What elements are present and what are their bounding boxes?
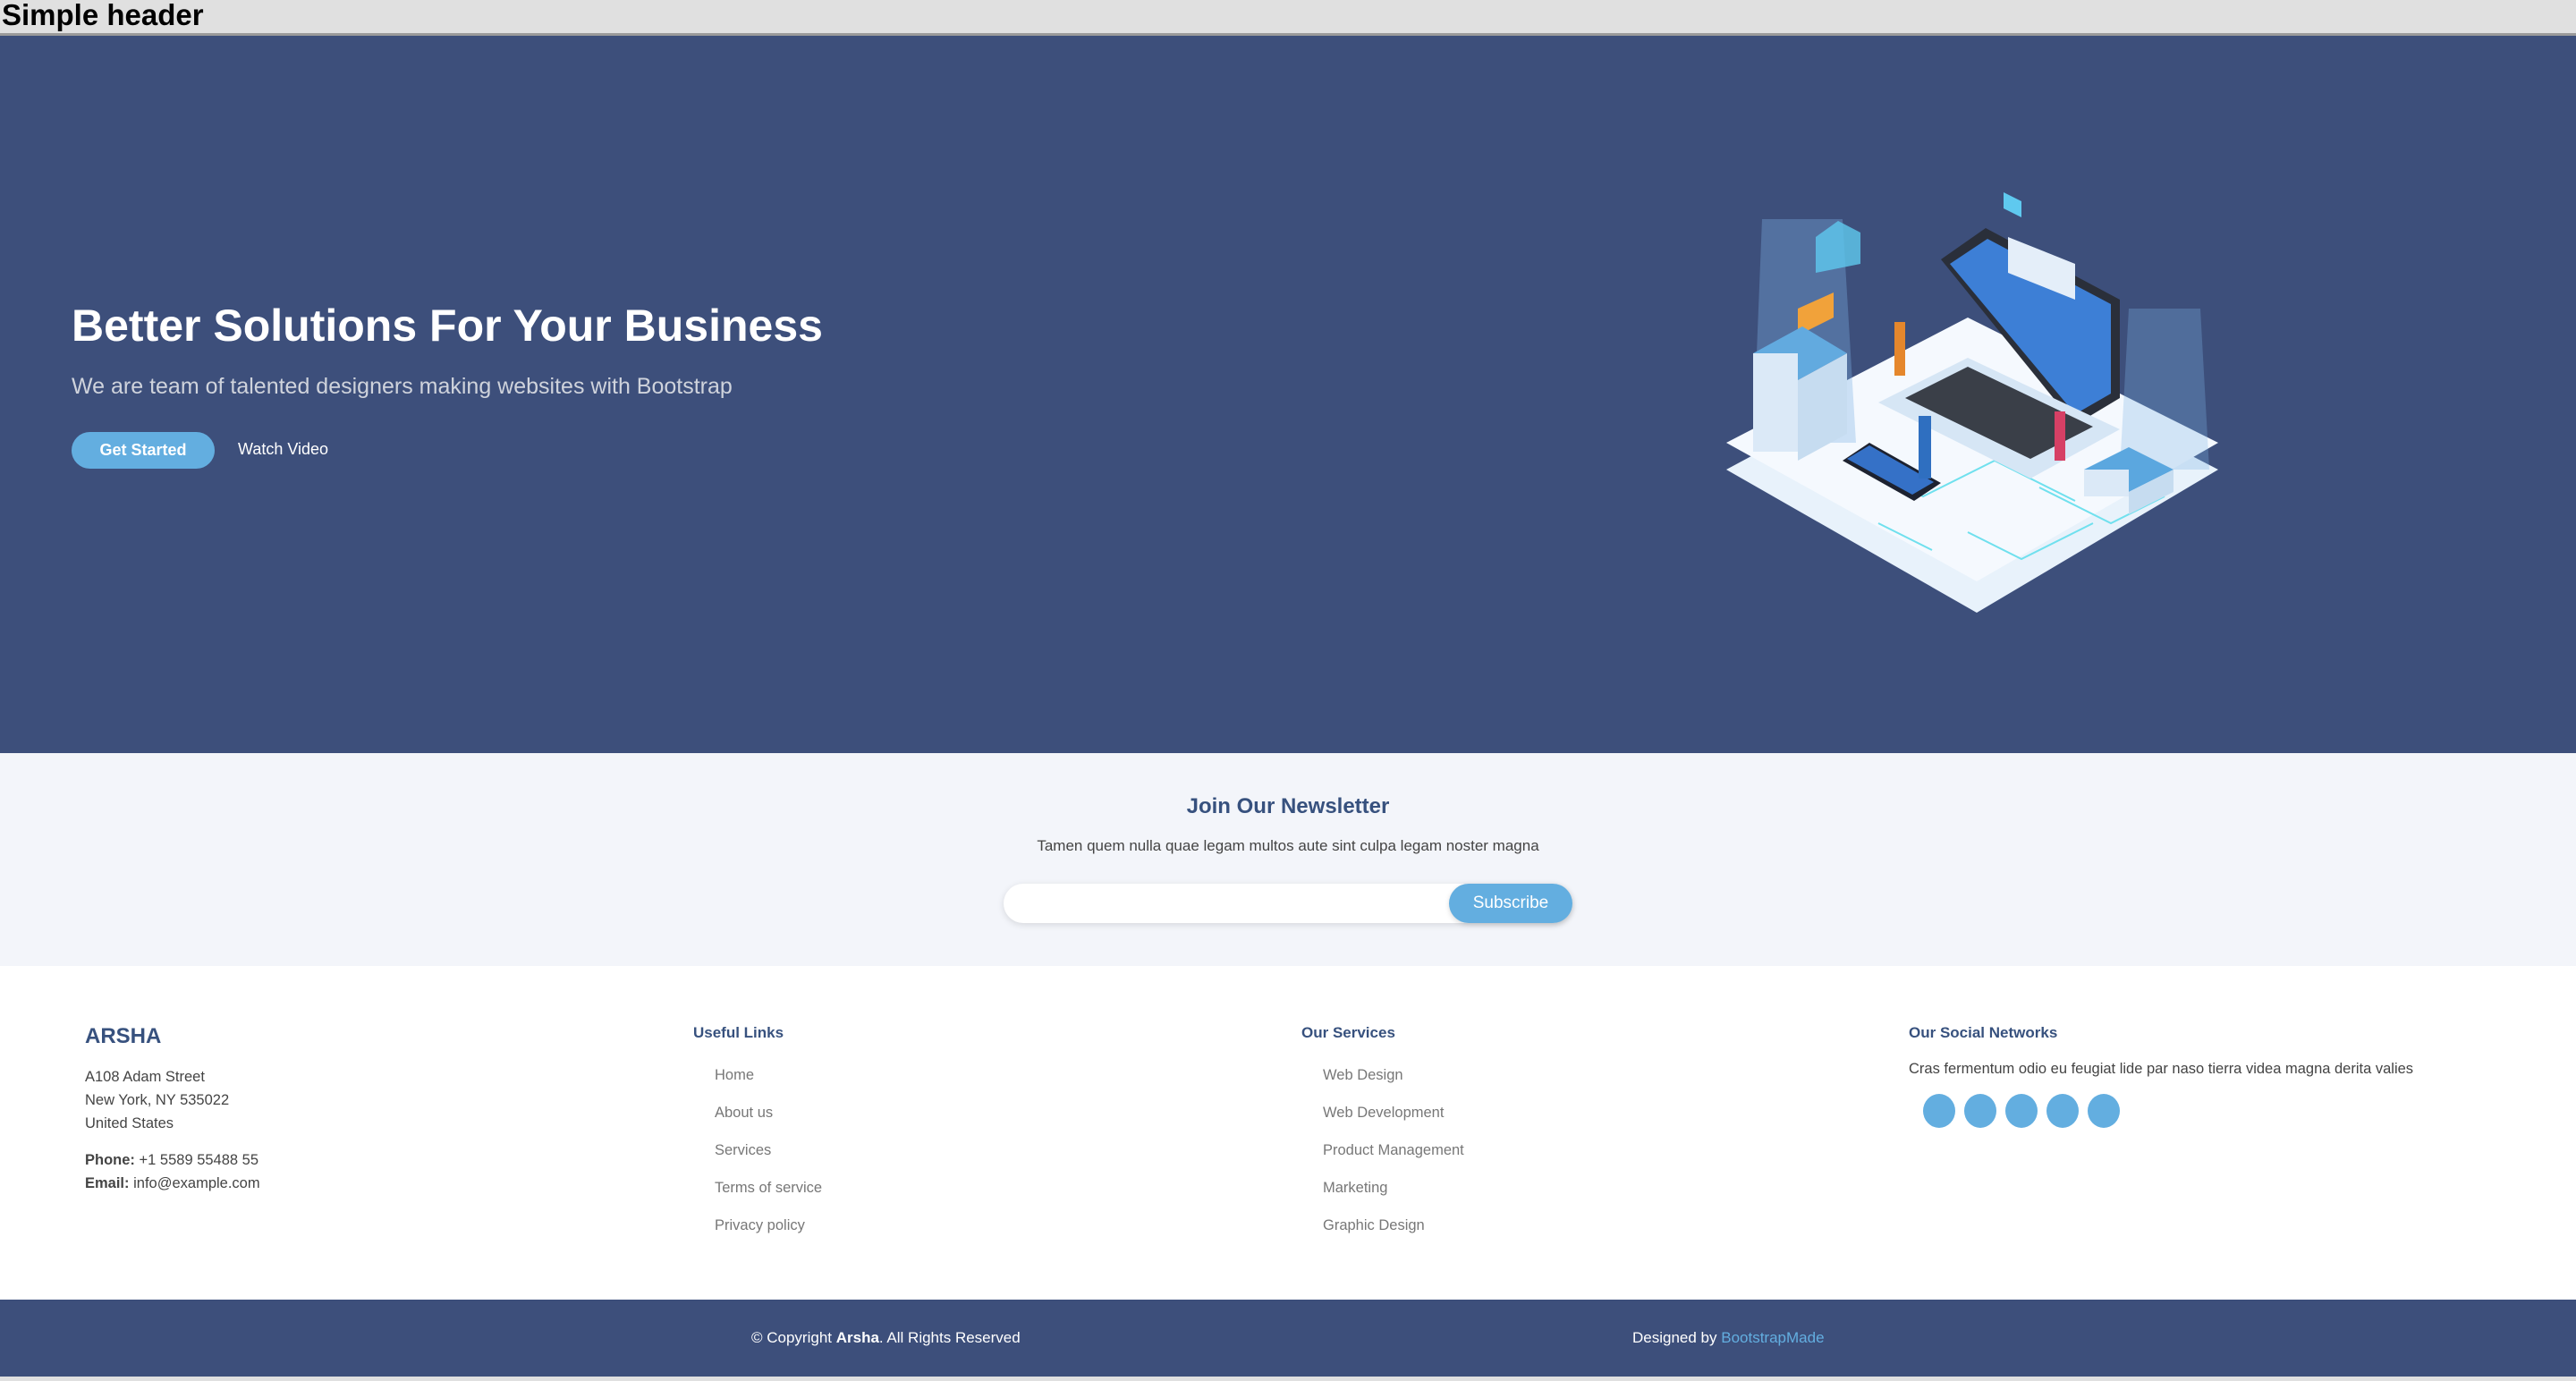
service-link[interactable]: Graphic Design xyxy=(1323,1217,1425,1234)
hero-subtitle: We are team of talented designers making… xyxy=(72,374,733,399)
site-header: Simple header xyxy=(0,0,2576,36)
hero-title: Better Solutions For Your Business xyxy=(72,301,823,351)
copyright: © Copyright Arsha. All Rights Reserved xyxy=(751,1329,1021,1347)
social-text: Cras fermentum odio eu feugiat lide par … xyxy=(1909,1061,2414,1077)
get-started-button[interactable]: Get Started xyxy=(72,432,215,469)
facebook-icon[interactable] xyxy=(1964,1094,1996,1128)
email-line: Email: info@example.com xyxy=(85,1175,260,1192)
address-line: A108 Adam Street xyxy=(85,1069,205,1085)
copyright-brand: Arsha xyxy=(835,1329,879,1346)
phone-label: Phone: xyxy=(85,1152,135,1168)
server-rack xyxy=(1753,326,1847,461)
footer-link-services[interactable]: Services xyxy=(715,1142,771,1159)
social-heading: Our Social Networks xyxy=(1909,1024,2058,1041)
address-line: United States xyxy=(85,1115,174,1131)
newsletter-title: Join Our Newsletter xyxy=(1186,794,1390,818)
instagram-icon[interactable] xyxy=(2005,1094,2038,1128)
copyright-suffix: . All Rights Reserved xyxy=(878,1329,1021,1346)
skype-icon[interactable] xyxy=(2046,1094,2079,1128)
service-link[interactable]: Web Design xyxy=(1323,1067,1403,1084)
service-link[interactable]: Product Management xyxy=(1323,1142,1464,1159)
address-line: New York, NY 535022 xyxy=(85,1092,230,1108)
header-title: Simple header xyxy=(2,0,204,31)
phone-value: +1 5589 55488 55 xyxy=(139,1152,259,1168)
footer-link-home[interactable]: Home xyxy=(715,1067,754,1084)
useful-links-heading: Useful Links xyxy=(693,1024,784,1041)
footer-link-privacy[interactable]: Privacy policy xyxy=(715,1217,805,1234)
service-link[interactable]: Web Development xyxy=(1323,1105,1444,1122)
designer-link[interactable]: BootstrapMade xyxy=(1721,1329,1824,1346)
watch-video-link[interactable]: Watch Video xyxy=(238,440,328,459)
floating-card xyxy=(2004,192,2021,217)
email-label: Email: xyxy=(85,1175,130,1191)
credits: Designed by BootstrapMade xyxy=(1632,1329,1825,1347)
light-beam-right xyxy=(2120,309,2209,470)
footer-bottom-bar xyxy=(0,1300,2576,1377)
footer-link-terms[interactable]: Terms of service xyxy=(715,1180,822,1197)
newsletter-text: Tamen quem nulla quae legam multos aute … xyxy=(1037,837,1539,854)
email-value: info@example.com xyxy=(133,1175,260,1191)
designed-by-label: Designed by xyxy=(1632,1329,1722,1346)
phone-line: Phone: +1 5589 55488 55 xyxy=(85,1152,258,1169)
subscribe-button[interactable]: Subscribe xyxy=(1449,884,1572,923)
newsletter-form: Subscribe xyxy=(1004,884,1572,923)
footer-brand: ARSHA xyxy=(85,1024,162,1048)
newsletter-section xyxy=(0,753,2576,966)
footer-top xyxy=(0,966,2576,1300)
service-link[interactable]: Marketing xyxy=(1323,1180,1387,1197)
linkedin-icon[interactable] xyxy=(2088,1094,2120,1128)
hero-illustration xyxy=(1726,192,2218,613)
twitter-icon[interactable] xyxy=(1923,1094,1955,1128)
services-heading: Our Services xyxy=(1301,1024,1395,1041)
copyright-prefix: © Copyright xyxy=(751,1329,836,1346)
footer-link-about[interactable]: About us xyxy=(715,1105,773,1122)
newsletter-email-input[interactable] xyxy=(1021,884,1442,923)
